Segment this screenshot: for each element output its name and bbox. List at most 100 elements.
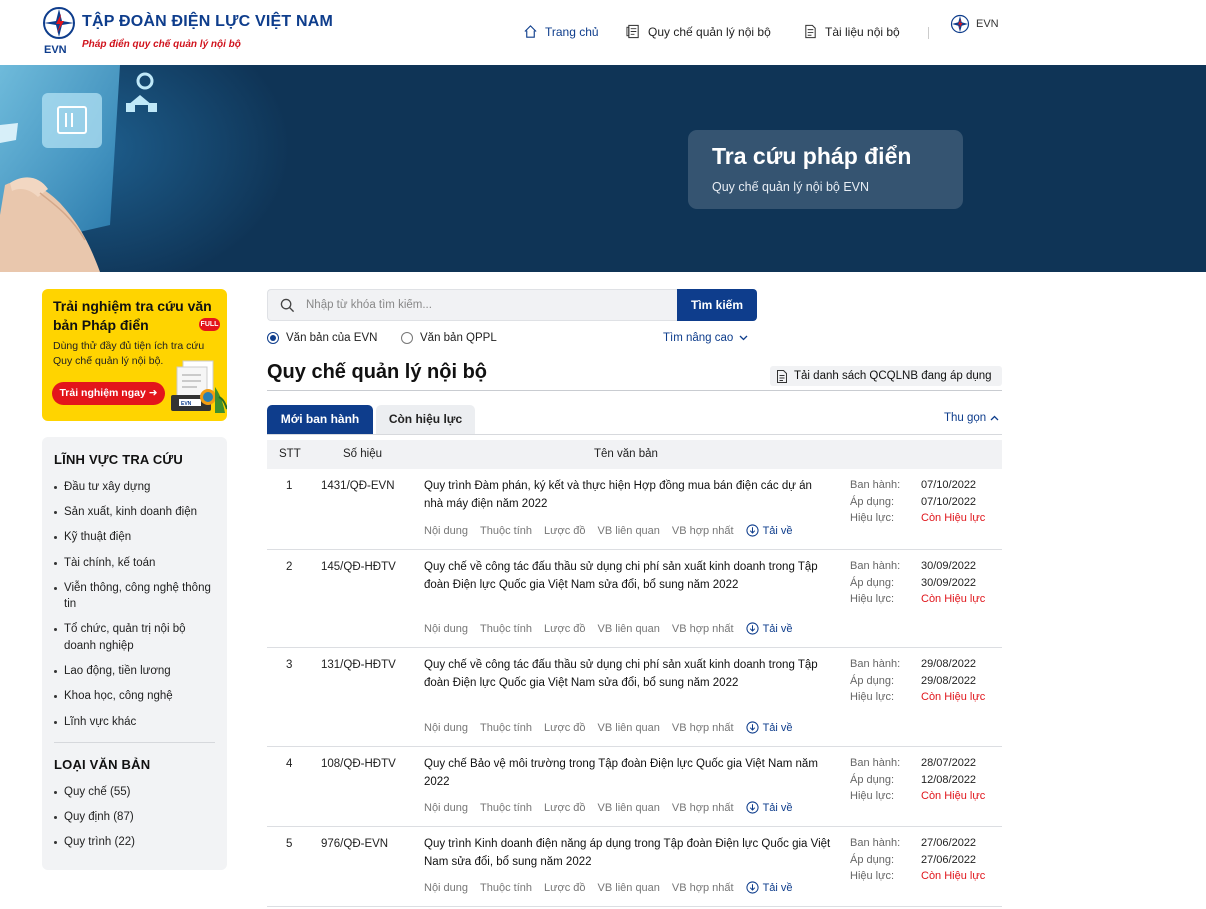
action-diagram[interactable]: Lược đồ xyxy=(544,882,586,894)
svg-text:EVN: EVN xyxy=(181,401,192,407)
col-name: Tên văn bản xyxy=(594,448,658,460)
action-download[interactable]: Tải về xyxy=(745,622,793,635)
action-consolidated[interactable]: VB hợp nhất xyxy=(672,722,734,734)
download-list-button[interactable]: Tải danh sách QCQLNB đang áp dụng xyxy=(770,366,1002,386)
nav-internal-rules-label: Quy chế quản lý nội bộ xyxy=(648,24,771,39)
action-diagram[interactable]: Lược đồ xyxy=(544,623,586,635)
sidebar-item-field[interactable]: Viễn thông, công nghệ thông tin xyxy=(54,580,219,613)
row-number: 1431/QĐ-EVN xyxy=(321,480,395,492)
action-download-label: Tải về xyxy=(762,801,793,814)
action-attributes[interactable]: Thuộc tính xyxy=(480,882,532,894)
row-stt: 5 xyxy=(286,838,293,850)
row-title-link[interactable]: Quy trình Kinh doanh điện năng áp dụng t… xyxy=(424,835,834,871)
download-icon xyxy=(745,801,759,814)
action-consolidated[interactable]: VB hợp nhất xyxy=(672,802,734,814)
applied-label: Áp dụng: xyxy=(850,853,895,866)
action-download[interactable]: Tải về xyxy=(745,524,793,537)
row-title-link[interactable]: Quy chế về công tác đấu thầu sử dụng chi… xyxy=(424,558,834,594)
effect-status: Còn Hiệu lực xyxy=(921,870,986,882)
action-consolidated[interactable]: VB hợp nhất xyxy=(672,882,734,894)
action-related[interactable]: VB liên quan xyxy=(598,722,660,734)
evn-small-logo-icon xyxy=(950,14,970,34)
nav-internal-docs[interactable]: Tài liệu nội bộ xyxy=(803,24,900,39)
radio-selected-icon[interactable] xyxy=(267,332,279,344)
sidebar-item-field[interactable]: Tổ chức, quản trị nội bộ doanh nghiệp xyxy=(54,621,219,654)
sidebar-item-field[interactable]: Lao động, tiền lương xyxy=(54,663,219,680)
action-attributes[interactable]: Thuộc tính xyxy=(480,802,532,814)
sidebar-item-type[interactable]: Quy chế (55) xyxy=(54,784,219,801)
effect-label: Hiệu lực: xyxy=(850,593,895,605)
action-diagram[interactable]: Lược đồ xyxy=(544,525,586,537)
page-title: Quy chế quản lý nội bộ xyxy=(267,361,488,383)
action-download[interactable]: Tải về xyxy=(745,721,793,734)
action-diagram[interactable]: Lược đồ xyxy=(544,722,586,734)
download-icon xyxy=(745,524,759,537)
row-actions: Nội dung Thuộc tính Lược đồ VB liên quan… xyxy=(424,622,793,635)
action-related[interactable]: VB liên quan xyxy=(598,882,660,894)
table-row: 3 131/QĐ-HĐTV Quy chế về công tác đấu th… xyxy=(267,648,1002,747)
issued-date: 07/10/2022 xyxy=(921,479,977,491)
action-related[interactable]: VB liên quan xyxy=(598,802,660,814)
action-download[interactable]: Tải về xyxy=(745,801,793,814)
sidebar-item-type[interactable]: Quy định (87) xyxy=(54,809,219,826)
action-download[interactable]: Tải về xyxy=(745,881,793,894)
row-number: 108/QĐ-HĐTV xyxy=(321,758,396,770)
table-row: 5 976/QĐ-EVN Quy trình Kinh doanh điện n… xyxy=(267,827,1002,907)
search-input[interactable] xyxy=(306,290,666,320)
action-consolidated[interactable]: VB hợp nhất xyxy=(672,623,734,635)
promo-card[interactable]: Trải nghiệm tra cứu văn bản Pháp điển FU… xyxy=(42,289,227,421)
action-content[interactable]: Nội dung xyxy=(424,525,468,537)
search-button[interactable]: Tìm kiếm xyxy=(677,289,757,321)
radio-evn-docs[interactable]: Văn bản của EVN xyxy=(267,332,377,344)
issued-label: Ban hành: xyxy=(850,560,901,572)
action-content[interactable]: Nội dung xyxy=(424,722,468,734)
row-title-link[interactable]: Quy chế về công tác đấu thầu sử dụng chi… xyxy=(424,656,834,692)
row-number: 131/QĐ-HĐTV xyxy=(321,659,396,671)
radio-unselected-icon[interactable] xyxy=(401,332,413,344)
applied-date: 27/06/2022 xyxy=(921,853,977,866)
nav-home[interactable]: Trang chủ xyxy=(523,24,599,39)
row-number: 976/QĐ-EVN xyxy=(321,838,389,850)
action-consolidated[interactable]: VB hợp nhất xyxy=(672,525,734,537)
svg-text:EVN: EVN xyxy=(44,44,67,56)
sidebar-item-field[interactable]: Khoa học, công nghệ xyxy=(54,688,219,705)
action-content[interactable]: Nội dung xyxy=(424,802,468,814)
action-content[interactable]: Nội dung xyxy=(424,882,468,894)
try-now-button[interactable]: Trải nghiệm ngay ➜ xyxy=(52,382,165,405)
action-content[interactable]: Nội dung xyxy=(424,623,468,635)
brand-title[interactable]: TẬP ĐOÀN ĐIỆN LỰC VIỆT NAM xyxy=(82,13,333,31)
collapse-label: Thu gọn xyxy=(944,412,987,424)
action-attributes[interactable]: Thuộc tính xyxy=(480,722,532,734)
action-download-label: Tải về xyxy=(762,524,793,537)
field-list: Đầu tư xây dựng Sản xuất, kinh doanh điệ… xyxy=(54,479,219,730)
issued-date: 28/07/2022 xyxy=(921,757,977,769)
row-title-link[interactable]: Quy chế Bảo vệ môi trường trong Tập đoàn… xyxy=(424,755,834,791)
table-row: 4 108/QĐ-HĐTV Quy chế Bảo vệ môi trường … xyxy=(267,747,1002,827)
sidebar-item-type[interactable]: Quy trình (22) xyxy=(54,834,219,851)
action-attributes[interactable]: Thuộc tính xyxy=(480,525,532,537)
action-attributes[interactable]: Thuộc tính xyxy=(480,623,532,635)
action-diagram[interactable]: Lược đồ xyxy=(544,802,586,814)
tabs-divider xyxy=(267,434,1002,435)
tab-still-valid[interactable]: Còn hiệu lực xyxy=(376,405,475,434)
sidebar-item-field[interactable]: Đầu tư xây dựng xyxy=(54,479,219,496)
nav-internal-rules[interactable]: Quy chế quản lý nội bộ xyxy=(626,24,771,39)
table-row: 1 1431/QĐ-EVN Quy trình Đàm phán, ký kết… xyxy=(267,469,1002,550)
collapse-toggle[interactable]: Thu gọn xyxy=(944,412,999,424)
sidebar-item-field[interactable]: Kỹ thuật điện xyxy=(54,529,219,546)
evn-logo-icon[interactable]: EVN xyxy=(42,6,78,56)
sidebar-item-field[interactable]: Tài chính, kế toán xyxy=(54,555,219,572)
tab-new-issued[interactable]: Mới ban hành xyxy=(267,405,373,434)
col-number: Số hiệu xyxy=(343,448,383,460)
sidebar-item-field[interactable]: Sản xuất, kinh doanh điện xyxy=(54,504,219,521)
evn-switch[interactable]: EVN xyxy=(950,14,999,34)
home-icon xyxy=(524,25,537,38)
row-title-link[interactable]: Quy trình Đàm phán, ký kết và thực hiện … xyxy=(424,477,834,513)
effect-label: Hiệu lực: xyxy=(850,870,895,882)
download-list-label: Tải danh sách QCQLNB đang áp dụng xyxy=(794,370,992,382)
advanced-search-toggle[interactable]: Tìm nâng cao xyxy=(663,332,748,344)
action-related[interactable]: VB liên quan xyxy=(598,623,660,635)
action-related[interactable]: VB liên quan xyxy=(598,525,660,537)
sidebar-item-field[interactable]: Lĩnh vực khác xyxy=(54,714,219,731)
radio-qppl-docs[interactable]: Văn bản QPPL xyxy=(401,332,497,344)
